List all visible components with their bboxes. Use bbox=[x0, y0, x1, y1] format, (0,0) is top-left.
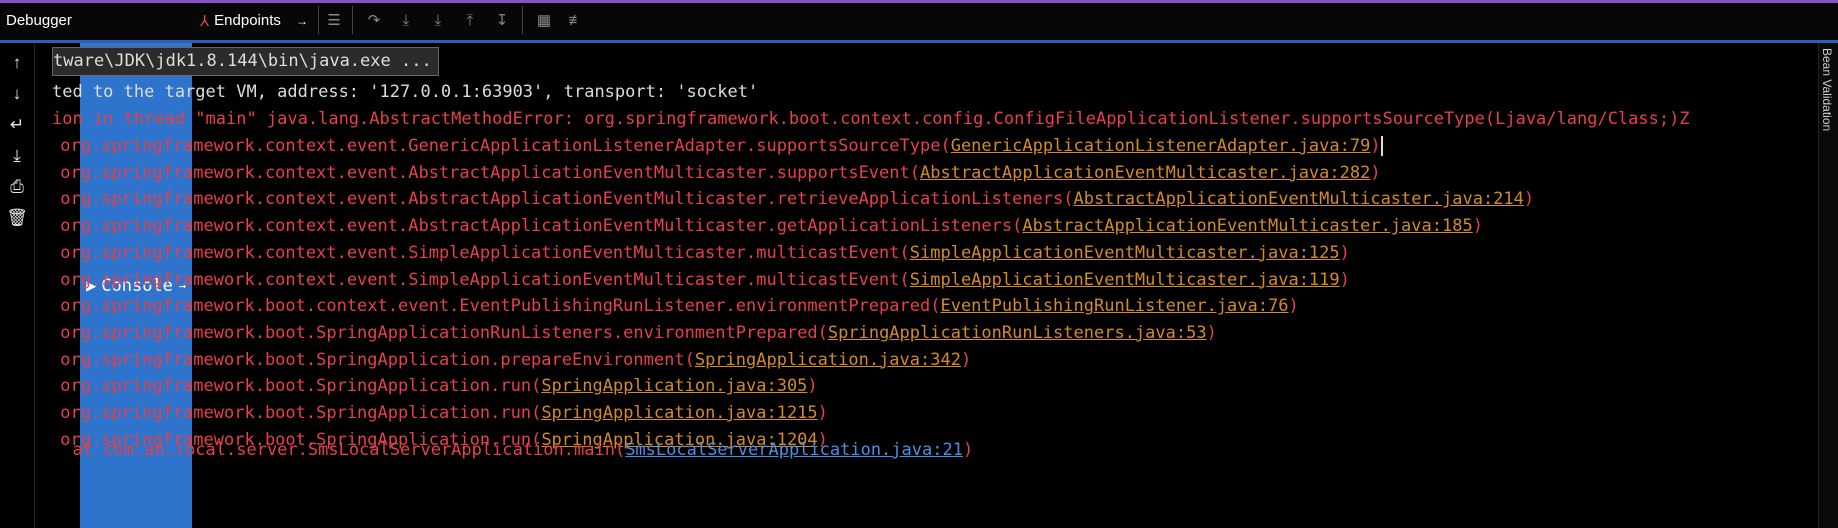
stack-frame-prefix bbox=[50, 163, 60, 183]
stack-frame-prefix: at bbox=[52, 440, 104, 460]
stack-frame-prefix bbox=[50, 216, 60, 236]
step-out-icon[interactable]: ⤒ bbox=[458, 8, 482, 32]
stack-frame-method: com.an.local.server.SmsLocalServerApplic… bbox=[103, 440, 615, 460]
stack-frame-method: org.springframework.boot.SpringApplicati… bbox=[60, 403, 532, 423]
toolbar-separator bbox=[522, 6, 523, 34]
stack-frame-prefix bbox=[50, 376, 60, 396]
step-over-icon[interactable]: ↷ bbox=[362, 8, 386, 32]
stack-frame-partial: at com.an.local.server.SmsLocalServerApp… bbox=[52, 440, 974, 460]
stack-frame-link[interactable]: SmsLocalServerApplication.java:21 bbox=[625, 440, 963, 460]
stack-frame-method: org.springframework.boot.SpringApplicati… bbox=[60, 322, 818, 343]
stack-frame-prefix bbox=[50, 189, 60, 209]
stack-frame-link[interactable]: EventPublishingRunListener.java:76 bbox=[940, 296, 1288, 316]
stack-frame-link[interactable]: SpringApplication.java:1215 bbox=[541, 403, 817, 423]
stack-frame-method: org.springframework.boot.SpringApplicati… bbox=[60, 376, 532, 397]
stack-frame-method: org.springframework.boot.context.event.E… bbox=[60, 296, 931, 317]
tab-endpoints[interactable]: ⅄ Endpoints → bbox=[194, 4, 314, 37]
stack-frame-method: org.springframework.context.event.Abstra… bbox=[60, 162, 910, 183]
scroll-to-end-icon[interactable]: ⤓ bbox=[5, 144, 29, 168]
stack-frame-prefix bbox=[50, 270, 60, 290]
stack-frame-link[interactable]: AbstractApplicationEventMulticaster.java… bbox=[920, 163, 1370, 183]
tab-endpoints-label: Endpoints bbox=[214, 12, 281, 29]
tab-debugger[interactable]: Debugger bbox=[4, 4, 79, 37]
trace-settings-icon[interactable]: ≢ bbox=[564, 8, 588, 32]
tab-debugger-label: Debugger bbox=[6, 12, 72, 29]
endpoints-icon: ⅄ bbox=[200, 12, 210, 30]
stack-frame-link[interactable]: SpringApplication.java:342 bbox=[695, 350, 961, 370]
toolbar-separator bbox=[318, 6, 319, 34]
stack-frame-link[interactable]: SpringApplicationRunListeners.java:53 bbox=[828, 323, 1207, 343]
stack-frame-method: org.springframework.context.event.Simple… bbox=[60, 269, 900, 290]
down-arrow-icon[interactable]: ↓ bbox=[5, 82, 29, 106]
stack-frame-method: org.springframework.boot.SpringApplicati… bbox=[60, 349, 685, 370]
stack-frame-prefix bbox=[50, 350, 60, 370]
force-step-into-icon[interactable]: ⤓ bbox=[426, 8, 450, 32]
stack-frame-prefix bbox=[50, 243, 60, 263]
run-to-cursor-icon[interactable]: ↧ bbox=[490, 8, 514, 32]
soft-wrap-icon[interactable]: ↵ bbox=[5, 113, 29, 137]
console-output[interactable]: tware\JDK\jdk1.8.144\bin\java.exe ... te… bbox=[38, 43, 1818, 528]
stack-frame-prefix bbox=[50, 323, 60, 343]
console-side-toolbar: ↑ ↓ ↵ ⤓ ⎙ 🗑 bbox=[0, 43, 35, 528]
stack-frame-link[interactable]: SpringApplication.java:305 bbox=[541, 376, 807, 396]
stack-frame-link[interactable]: AbstractApplicationEventMulticaster.java… bbox=[1074, 189, 1524, 209]
text-cursor bbox=[1380, 136, 1383, 156]
stack-frame-method: org.springframework.context.event.Simple… bbox=[60, 242, 900, 263]
menu-icon[interactable]: ☰ bbox=[322, 8, 346, 32]
window-accent-line bbox=[0, 0, 1838, 3]
command-line[interactable]: tware\JDK\jdk1.8.144\bin\java.exe ... bbox=[52, 47, 439, 76]
stack-frame-prefix bbox=[50, 403, 60, 423]
stack-frame-link[interactable]: GenericApplicationListenerAdapter.java:7… bbox=[951, 136, 1371, 156]
stack-frame-method: org.springframework.context.event.Generi… bbox=[60, 136, 941, 156]
stack-frame-prefix bbox=[50, 296, 60, 316]
pin-icon[interactable]: → bbox=[296, 14, 308, 28]
print-icon[interactable]: ⎙ bbox=[5, 175, 29, 199]
trash-icon[interactable]: 🗑 bbox=[5, 206, 29, 230]
up-arrow-icon[interactable]: ↑ bbox=[5, 51, 29, 75]
stack-frame-link[interactable]: SimpleApplicationEventMulticaster.java:1… bbox=[910, 243, 1340, 263]
step-into-icon[interactable]: ⤓ bbox=[394, 8, 418, 32]
stack-frame-method: org.springframework.context.event.Abstra… bbox=[60, 216, 1013, 237]
bean-validation-side-tab[interactable]: Bean Validation bbox=[1820, 48, 1834, 131]
stack-frame-method: org.springframework.context.event.Abstra… bbox=[60, 189, 1064, 210]
evaluate-expression-icon[interactable]: ▦ bbox=[532, 8, 556, 32]
stack-frame-link[interactable]: SimpleApplicationEventMulticaster.java:1… bbox=[910, 270, 1340, 290]
toolbar-separator bbox=[352, 6, 353, 34]
stack-frame-prefix bbox=[50, 136, 60, 156]
stack-frame-link[interactable]: AbstractApplicationEventMulticaster.java… bbox=[1022, 216, 1472, 236]
